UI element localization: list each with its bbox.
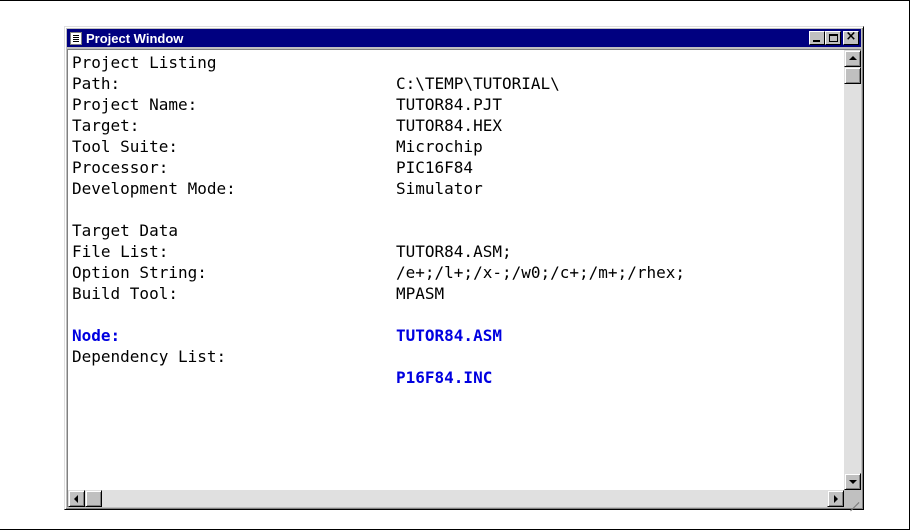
row-label: Development Mode: xyxy=(72,179,236,198)
project-window: Project Window × Project Listing Path: C:… xyxy=(64,26,864,512)
maximize-button[interactable] xyxy=(825,31,841,45)
row-value: TUTOR84.ASM; xyxy=(396,242,512,261)
listing-header: Project Listing xyxy=(72,53,217,72)
dependency-row[interactable]: P16F84.INC xyxy=(70,367,843,388)
close-icon: × xyxy=(845,29,857,44)
row-label: File List: xyxy=(72,242,169,261)
minimize-button[interactable] xyxy=(809,31,825,45)
target-row: File List: TUTOR84.ASM; xyxy=(70,241,843,262)
scroll-left-button[interactable] xyxy=(68,490,85,507)
row-value: MPASM xyxy=(396,284,445,303)
listing-row: Target: TUTOR84.HEX xyxy=(70,115,843,136)
listing-row: Development Mode: Simulator xyxy=(70,178,843,199)
resize-grip-icon[interactable] xyxy=(844,490,861,512)
row-label: Project Name: xyxy=(72,95,198,114)
row-label: Tool Suite: xyxy=(72,137,178,156)
blank-row xyxy=(70,199,843,220)
row-value: /e+;/l+;/x-;/w0;/c+;/m+;/rhex; xyxy=(396,263,685,282)
row-label: Path: xyxy=(72,74,121,93)
row-value: PIC16F84 xyxy=(396,158,474,177)
blank-row xyxy=(70,304,843,325)
row-value: C:\TEMP\TUTORIAL\ xyxy=(396,74,560,93)
row-value: Microchip xyxy=(396,137,483,156)
project-listing: Project Listing Path: C:\TEMP\TUTORIAL\ P… xyxy=(70,52,843,489)
row-label: Option String: xyxy=(72,263,207,282)
target-row: Build Tool: MPASM xyxy=(70,283,843,304)
arrow-left-icon xyxy=(74,495,78,503)
horizontal-scrollbar[interactable] xyxy=(68,490,844,507)
node-value[interactable]: TUTOR84.ASM xyxy=(396,325,502,346)
row-label: Processor: xyxy=(72,158,169,177)
document-icon xyxy=(70,31,82,45)
vertical-scroll-thumb[interactable] xyxy=(844,67,861,84)
arrow-up-icon xyxy=(849,56,857,60)
window-client-area[interactable]: Project Listing Path: C:\TEMP\TUTORIAL\ P… xyxy=(67,49,861,512)
listing-row: Processor: PIC16F84 xyxy=(70,157,843,178)
target-row: Option String: /e+;/l+;/x-;/w0;/c+;/m+;/r… xyxy=(70,262,843,283)
node-label: Node: xyxy=(72,326,121,345)
listing-row: Path: C:\TEMP\TUTORIAL\ xyxy=(70,73,843,94)
row-label: Build Tool: xyxy=(72,284,178,303)
node-row[interactable]: Node: TUTOR84.ASM xyxy=(70,325,843,346)
dependency-list-label: Dependency List: xyxy=(72,347,227,366)
scroll-down-button[interactable] xyxy=(844,473,861,490)
row-value: TUTOR84.PJT xyxy=(396,95,502,114)
arrow-right-icon xyxy=(834,495,838,503)
row-value: TUTOR84.HEX xyxy=(396,116,502,135)
listing-row: Tool Suite: Microchip xyxy=(70,136,843,157)
horizontal-scroll-thumb[interactable] xyxy=(85,490,102,507)
dependency-value[interactable]: P16F84.INC xyxy=(396,367,492,388)
window-title: Project Window xyxy=(86,30,184,46)
title-bar[interactable]: Project Window × xyxy=(67,29,861,47)
row-label: Target: xyxy=(72,116,140,135)
maximize-icon xyxy=(829,34,838,42)
scroll-right-button[interactable] xyxy=(827,490,844,507)
row-value: Simulator xyxy=(396,179,483,198)
scroll-up-button[interactable] xyxy=(844,50,861,67)
vertical-scrollbar[interactable] xyxy=(844,50,861,490)
minimize-icon xyxy=(813,40,820,42)
listing-row: Project Name: TUTOR84.PJT xyxy=(70,94,843,115)
arrow-down-icon xyxy=(849,480,857,484)
close-button[interactable]: × xyxy=(843,29,859,45)
target-data-header: Target Data xyxy=(72,221,178,240)
